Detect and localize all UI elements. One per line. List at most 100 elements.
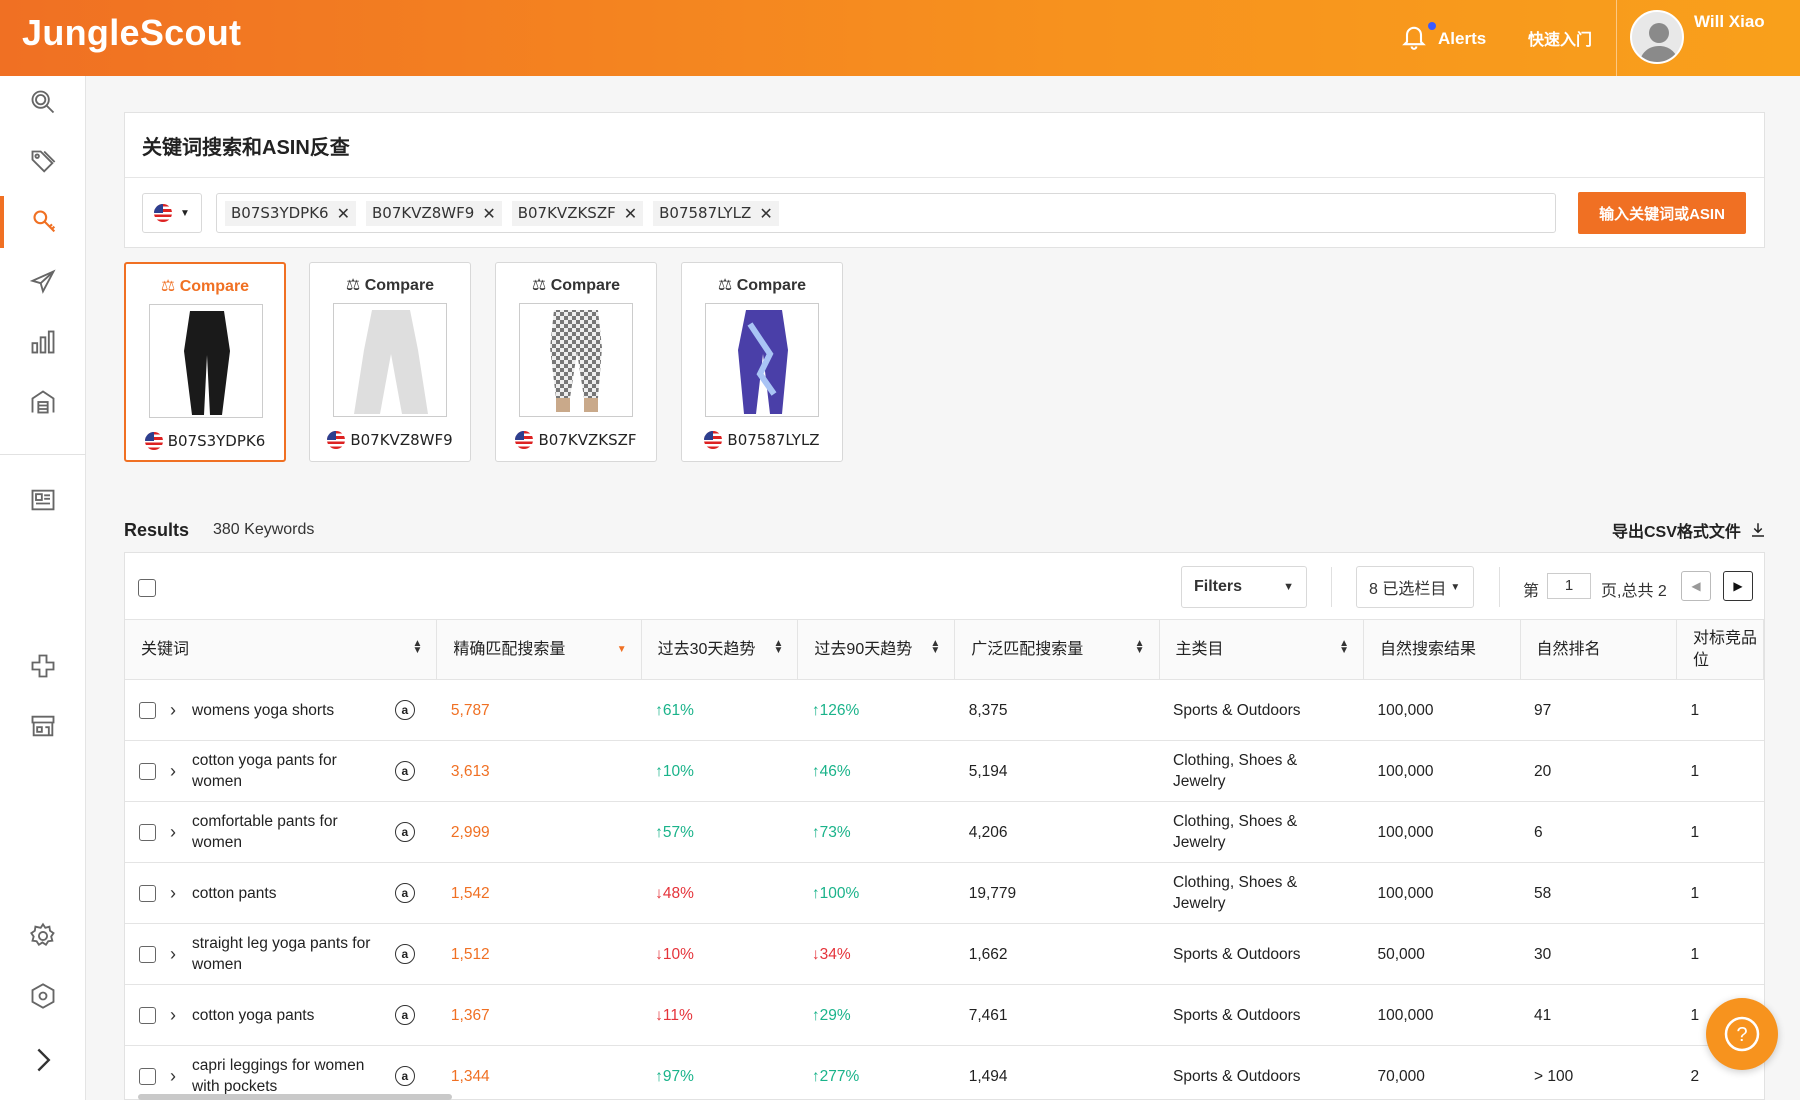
next-page-button[interactable]: ▶ xyxy=(1723,571,1753,601)
user-name[interactable]: Will Xiao xyxy=(1694,12,1765,32)
row-checkbox[interactable] xyxy=(139,1067,156,1085)
remove-tag-icon[interactable]: ✕ xyxy=(624,204,637,223)
remove-tag-icon[interactable]: ✕ xyxy=(482,204,495,223)
chevron-right-icon[interactable]: › xyxy=(170,944,176,965)
trend-90-cell: ↑73% xyxy=(797,801,955,863)
col-header-category[interactable]: 主类目 ▲ ▼ xyxy=(1159,619,1364,680)
table-row[interactable]: › cotton pants a 1,542 ↓48% ↑100% 19,779 Clothi… xyxy=(125,862,1764,924)
arrow-up-icon: ↑ xyxy=(811,1006,820,1024)
asin-tag-input[interactable]: B07S3YDPK6 ✕ B07KVZ8WF9 ✕ B07KVZKSZF ✕ B075… xyxy=(216,193,1556,233)
sidebar xyxy=(0,76,86,1100)
keyword-search-card: 关键词搜索和ASIN反查 ▼ B07S3YDPK6 ✕ B07KVZ8WF9 ✕ B… xyxy=(124,112,1765,248)
product-card[interactable]: ⚖ Compare B07587LYLZ xyxy=(681,262,843,462)
relative-rank-cell: 1 xyxy=(1676,740,1764,802)
search-button[interactable]: 输入关键词或ASIN xyxy=(1578,192,1746,234)
broad-volume-cell: 7,461 xyxy=(954,984,1159,1046)
prev-page-button[interactable]: ◀ xyxy=(1681,571,1711,601)
col-header-trend-30[interactable]: 过去30天趋势 ▲ ▼ xyxy=(641,619,799,680)
compare-toggle[interactable]: ⚖ Compare xyxy=(310,275,470,295)
amazon-icon[interactable]: a xyxy=(394,700,415,720)
launch-icon[interactable] xyxy=(0,256,86,308)
keyword-text[interactable]: womens yoga shorts xyxy=(192,700,374,721)
remove-tag-icon[interactable]: ✕ xyxy=(759,204,772,223)
product-card[interactable]: ⚖ Compare B07S3YDPK6 xyxy=(124,262,286,462)
chevron-right-icon[interactable]: › xyxy=(170,1005,176,1026)
keyword-text[interactable]: cotton yoga pants xyxy=(192,1005,374,1026)
tags-icon[interactable] xyxy=(0,136,86,188)
arrow-down-icon: ↓ xyxy=(655,1006,663,1024)
help-button[interactable]: ? xyxy=(1706,998,1778,1070)
chevron-right-icon[interactable]: › xyxy=(170,822,176,843)
country-select[interactable]: ▼ xyxy=(142,193,202,233)
keyword-text[interactable]: cotton yoga pants for women xyxy=(192,750,374,792)
row-checkbox[interactable] xyxy=(139,823,156,841)
columns-dropdown[interactable]: 8 已选栏目 ▼ xyxy=(1356,566,1474,608)
col-header-broad-volume[interactable]: 广泛匹配搜索量 ▲ ▼ xyxy=(954,619,1160,680)
keyword-text[interactable]: cotton pants xyxy=(192,883,374,904)
filters-dropdown[interactable]: Filters ▼ xyxy=(1181,566,1307,608)
trend-30-value: 10% xyxy=(662,945,694,963)
page-number-input[interactable]: 1 xyxy=(1547,573,1591,599)
search-icon[interactable] xyxy=(0,76,86,128)
amazon-icon[interactable]: a xyxy=(394,761,415,781)
bar-chart-icon[interactable] xyxy=(0,316,86,368)
table-row[interactable]: › cotton yoga pants for women a 3,613 ↑10% ↑4… xyxy=(125,740,1764,802)
warehouse-icon[interactable] xyxy=(0,376,86,428)
keyword-search-icon[interactable] xyxy=(0,196,86,248)
exact-volume-cell: 5,787 xyxy=(436,679,642,741)
trend-90-value: 29% xyxy=(819,1006,851,1024)
amazon-icon[interactable]: a xyxy=(394,822,415,842)
table-row[interactable]: › capri leggings for women with pockets a 1… xyxy=(125,1045,1764,1099)
chevron-right-icon[interactable]: › xyxy=(170,761,176,782)
amazon-icon[interactable]: a xyxy=(394,944,415,964)
compare-label: Compare xyxy=(179,278,250,295)
shield-icon[interactable] xyxy=(0,970,86,1022)
row-checkbox[interactable] xyxy=(139,884,156,902)
sidebar-divider xyxy=(0,454,86,455)
avatar[interactable] xyxy=(1630,10,1684,64)
table-row[interactable]: › comfortable pants for women a 2,999 ↑57% ↑7… xyxy=(125,801,1764,863)
amazon-icon[interactable]: a xyxy=(394,1005,415,1025)
arrow-up-icon: ↑ xyxy=(811,762,820,780)
amazon-icon[interactable]: a xyxy=(394,883,415,903)
horizontal-scrollbar[interactable] xyxy=(138,1094,452,1100)
keyword-text[interactable]: comfortable pants for women xyxy=(192,811,374,853)
puzzle-icon[interactable] xyxy=(0,640,86,692)
col-header-trend-90[interactable]: 过去90天趋势 ▲ ▼ xyxy=(797,619,956,680)
chevron-right-icon[interactable]: › xyxy=(170,700,176,721)
row-checkbox[interactable] xyxy=(139,1006,156,1024)
amazon-icon[interactable]: a xyxy=(394,1066,415,1086)
gear-icon[interactable] xyxy=(0,910,86,962)
compare-toggle[interactable]: ⚖ Compare xyxy=(126,276,284,296)
organic-rank-cell: > 100 xyxy=(1520,1045,1677,1099)
keyword-text[interactable]: straight leg yoga pants for women xyxy=(192,933,374,975)
app-logo[interactable]: JungleScout xyxy=(22,12,241,54)
asin-tag-label: B07S3YDPK6 xyxy=(231,204,329,222)
table-row[interactable]: › cotton yoga pants a 1,367 ↓11% ↑29% 7,461 Spo… xyxy=(125,984,1764,1046)
chevron-right-icon[interactable]: › xyxy=(170,1066,176,1087)
export-csv-button[interactable]: 导出CSV格式文件 xyxy=(1612,518,1767,542)
table-row[interactable]: › womens yoga shorts a 5,787 ↑61% ↑126% 8,375 S… xyxy=(125,679,1764,741)
col-header-keyword[interactable]: 关键词 ▲ ▼ xyxy=(125,619,438,680)
category-cell: Sports & Outdoors xyxy=(1159,923,1364,985)
row-checkbox[interactable] xyxy=(139,762,156,780)
chevron-right-icon[interactable]: › xyxy=(170,883,176,904)
asin-label: B07S3YDPK6 xyxy=(167,432,266,450)
news-icon[interactable] xyxy=(0,474,86,526)
keyword-text[interactable]: capri leggings for women with pockets xyxy=(192,1055,374,1097)
alerts-button[interactable]: Alerts xyxy=(1400,22,1486,55)
quick-start-link[interactable]: 快速入门 xyxy=(1528,26,1592,50)
arrow-down-icon: ↓ xyxy=(811,945,820,963)
compare-toggle[interactable]: ⚖ Compare xyxy=(682,275,842,295)
row-checkbox[interactable] xyxy=(139,945,156,963)
compare-toggle[interactable]: ⚖ Compare xyxy=(496,275,656,295)
table-row[interactable]: › straight leg yoga pants for women a 1,512… xyxy=(125,923,1764,985)
select-all-checkbox[interactable] xyxy=(138,579,156,597)
remove-tag-icon[interactable]: ✕ xyxy=(337,204,350,223)
row-checkbox[interactable] xyxy=(139,701,156,719)
product-card[interactable]: ⚖ Compare B07KVZ8WF9 xyxy=(309,262,471,462)
product-card[interactable]: ⚖ Compare B07KVZKSZF xyxy=(495,262,657,462)
col-header-exact-volume[interactable]: 精确匹配搜索量 ▼ xyxy=(436,619,642,680)
store-icon[interactable] xyxy=(0,700,86,752)
expand-icon[interactable] xyxy=(0,1034,86,1086)
